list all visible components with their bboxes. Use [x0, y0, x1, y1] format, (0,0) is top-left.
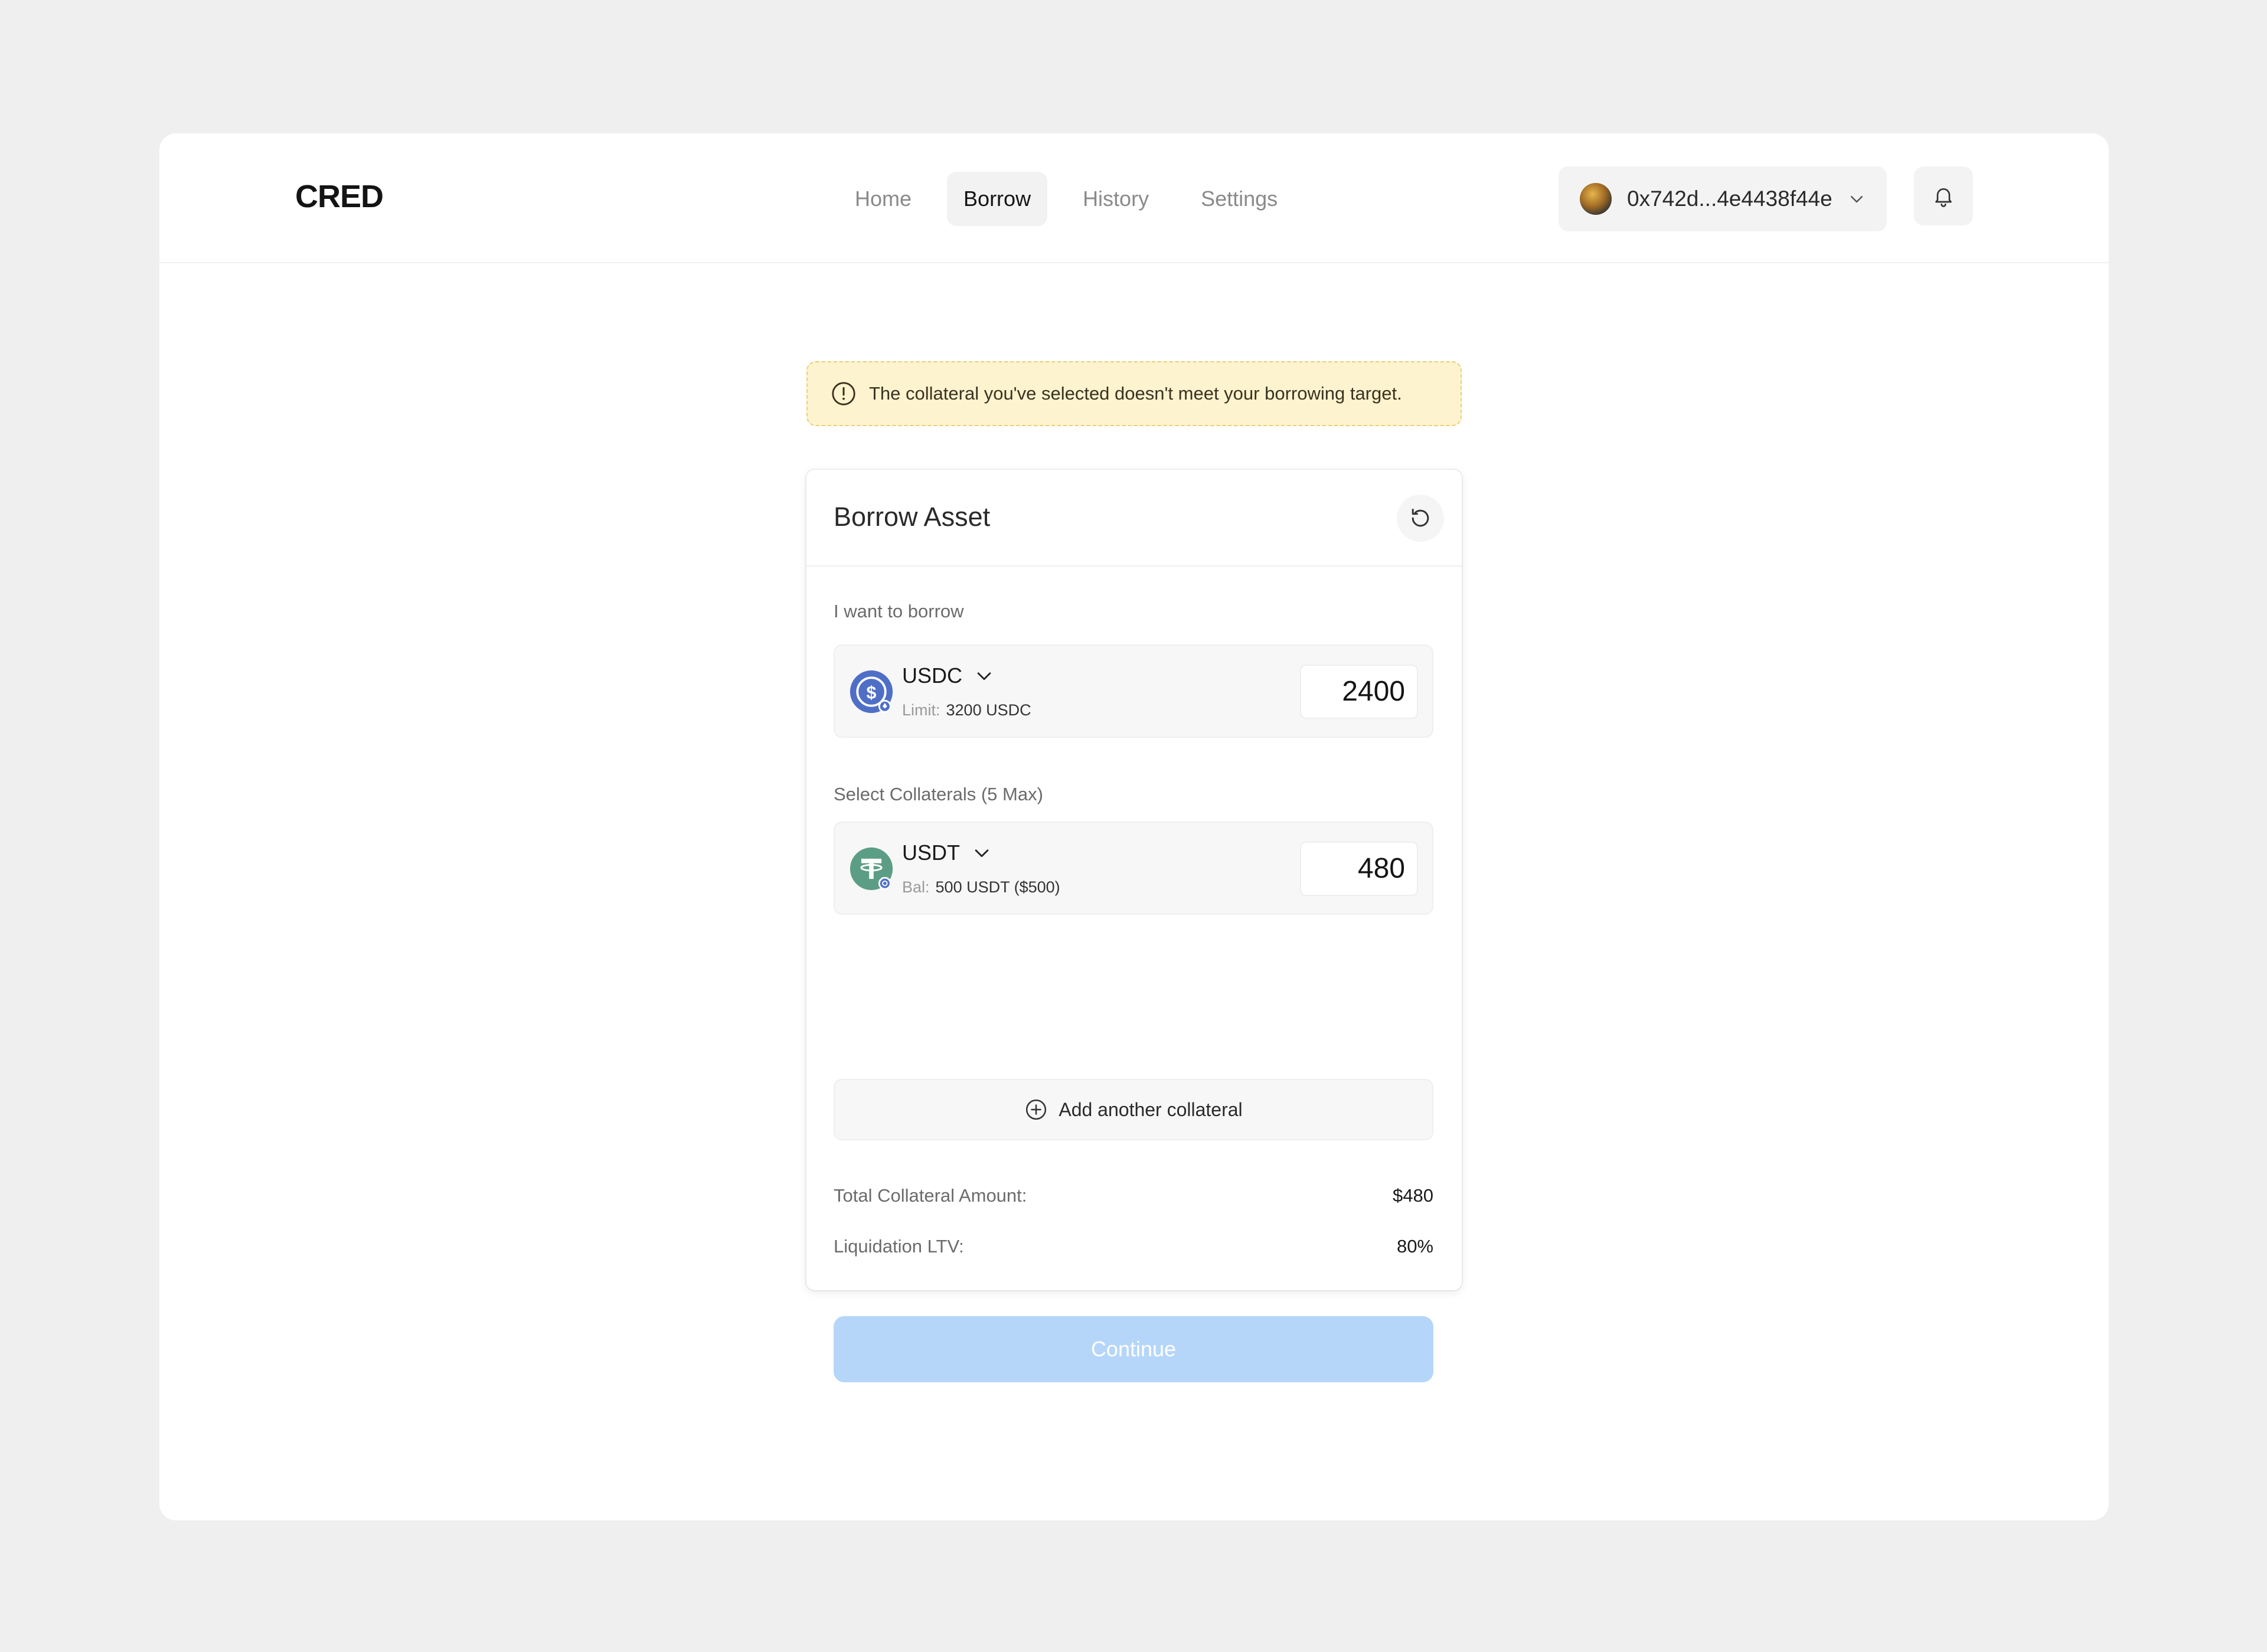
- balance-value: 500 USDT ($500): [935, 878, 1060, 896]
- limit-label: Limit:: [902, 701, 940, 719]
- total-collateral-label: Total Collateral Amount:: [834, 1185, 1027, 1206]
- continue-button[interactable]: Continue: [834, 1316, 1433, 1382]
- collaterals-label: Select Collaterals (5 Max): [834, 784, 1043, 804]
- add-collateral-button[interactable]: Add another collateral: [834, 1079, 1433, 1140]
- usdt-icon: [850, 847, 893, 891]
- nav-history[interactable]: History: [1066, 172, 1165, 226]
- wallet-address: 0x742d...4e4438f44e: [1627, 187, 1832, 211]
- limit-value: 3200 USDC: [946, 701, 1031, 719]
- liquidation-ltv-row: Liquidation LTV: 80%: [834, 1236, 1433, 1257]
- top-navbar: CRED Home Borrow History Settings 0x742d…: [159, 133, 2109, 263]
- notifications-button[interactable]: [1914, 166, 1973, 225]
- wallet-avatar: [1580, 183, 1612, 215]
- nav-borrow[interactable]: Borrow: [947, 172, 1048, 226]
- collateral-asset-selector[interactable]: USDT: [902, 840, 992, 865]
- app-window: CRED Home Borrow History Settings 0x742d…: [159, 133, 2109, 1520]
- borrow-asset-card: Borrow Asset I want to borrow $ USDC Lim…: [806, 470, 1462, 1382]
- refresh-icon: [1412, 508, 1429, 527]
- main-nav: Home Borrow History Settings: [838, 172, 1294, 226]
- wallet-selector[interactable]: 0x742d...4e4438f44e: [1559, 166, 1887, 231]
- plus-circle-icon: [1026, 1099, 1047, 1120]
- collateral-amount-input[interactable]: 480: [1300, 842, 1418, 896]
- add-collateral-label: Add another collateral: [1059, 1098, 1243, 1120]
- refresh-button[interactable]: [1397, 495, 1444, 542]
- collateral-warning-alert: The collateral you've selected doesn't m…: [806, 361, 1462, 426]
- collateral-asset-symbol: USDT: [902, 840, 960, 865]
- card-header: Borrow Asset: [806, 470, 1462, 567]
- bell-icon: [1935, 188, 1952, 207]
- nav-home[interactable]: Home: [838, 172, 928, 226]
- borrow-asset-selector[interactable]: USDC: [902, 663, 994, 688]
- collateral-row: USDT Bal: 500 USDT ($500) 480: [834, 822, 1433, 915]
- usdc-icon: $: [850, 670, 893, 714]
- nav-settings[interactable]: Settings: [1184, 172, 1294, 226]
- chevron-down-icon: [977, 672, 991, 681]
- total-collateral-value: $480: [1393, 1185, 1433, 1206]
- alert-message: The collateral you've selected doesn't m…: [869, 383, 1402, 404]
- svg-text:$: $: [867, 682, 877, 702]
- chevron-down-icon: [1851, 196, 1863, 203]
- brand-logo[interactable]: CRED: [295, 178, 384, 215]
- collateral-balance: Bal: 500 USDT ($500): [902, 878, 1060, 897]
- balance-label: Bal:: [902, 878, 930, 896]
- borrow-amount-input[interactable]: 2400: [1300, 665, 1418, 719]
- borrow-asset-symbol: USDC: [902, 663, 963, 688]
- warning-circle-icon: [832, 382, 855, 405]
- card-title: Borrow Asset: [834, 502, 991, 532]
- liquidation-ltv-value: 80%: [1396, 1236, 1433, 1257]
- borrow-label: I want to borrow: [834, 601, 964, 621]
- total-collateral-row: Total Collateral Amount: $480: [834, 1185, 1433, 1206]
- borrow-asset-row: $ USDC Limit: 3200 USDC 2400: [834, 645, 1433, 738]
- borrow-limit: Limit: 3200 USDC: [902, 701, 1031, 719]
- liquidation-ltv-label: Liquidation LTV:: [834, 1236, 964, 1257]
- chevron-down-icon: [975, 849, 989, 858]
